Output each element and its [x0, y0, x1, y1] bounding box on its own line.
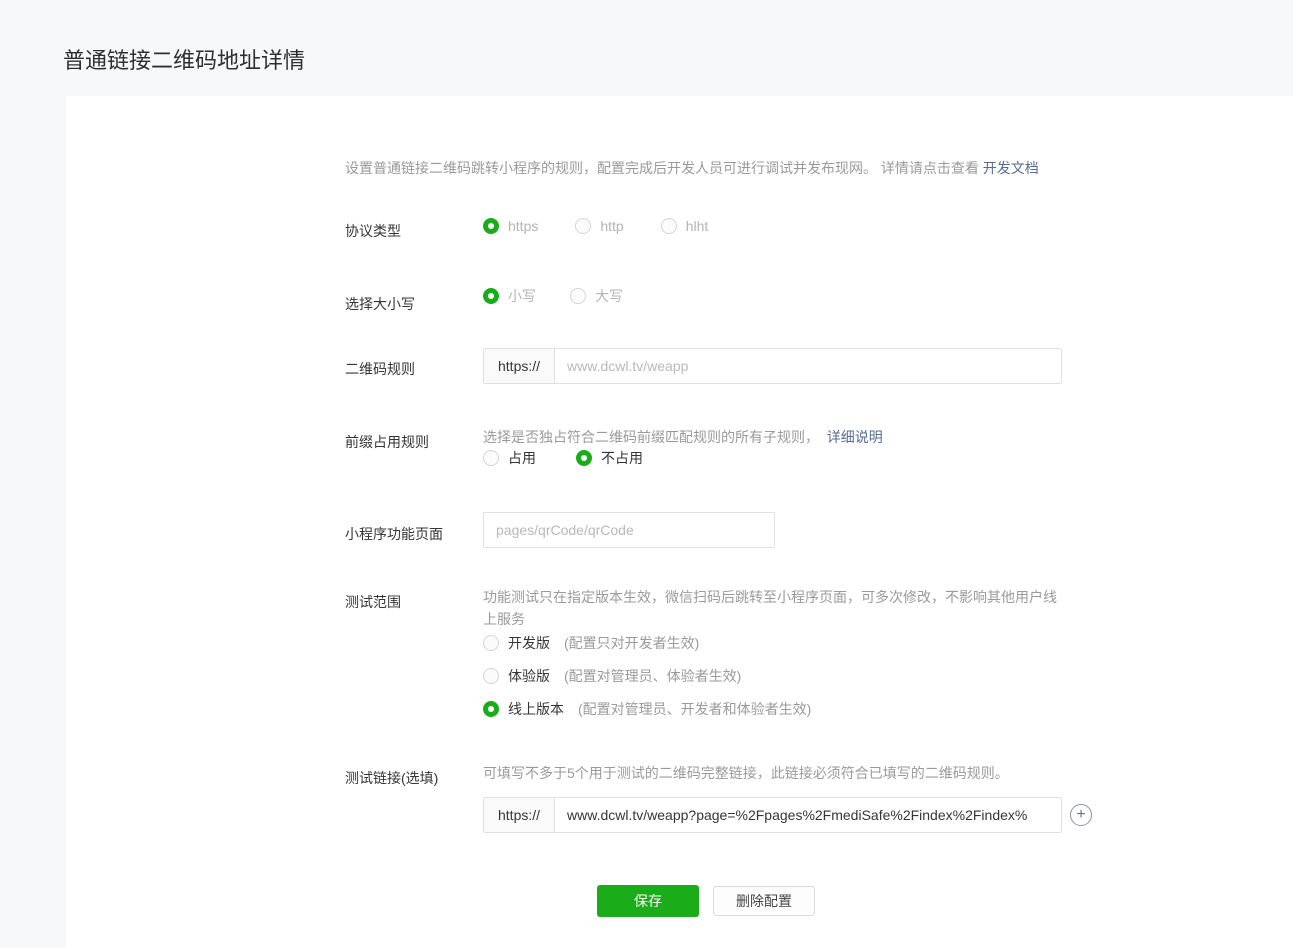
- intro-text: 设置普通链接二维码跳转小程序的规则，配置完成后开发人员可进行调试并发布现网。 详…: [345, 158, 1075, 178]
- radio-unselected-icon[interactable]: [483, 450, 499, 466]
- test-scope-option-trial: 体验版 (配置对管理员、体验者生效): [483, 666, 741, 686]
- protocol-label: 协议类型: [345, 223, 401, 239]
- radio-option-hlht[interactable]: hlht: [660, 218, 709, 234]
- prefix-rule-description-body: 选择是否独占符合二维码前缀匹配规则的所有子规则，: [483, 429, 819, 445]
- radio-option-hint: (配置只对开发者生效): [564, 635, 700, 651]
- prefix-rule-detail-link[interactable]: 详细说明: [827, 429, 883, 445]
- letter-case-radio-group: 小写 大写: [483, 286, 623, 306]
- radio-option-label: https: [508, 218, 539, 234]
- detail-card: 设置普通链接二维码跳转小程序的规则，配置完成后开发人员可进行调试并发布现网。 详…: [66, 96, 1293, 948]
- radio-option-hint: (配置对管理员、开发者和体验者生效): [578, 701, 812, 717]
- radio-option-label: 不占用: [601, 450, 643, 466]
- radio-unselected-icon[interactable]: [483, 668, 499, 684]
- radio-option-label: hlht: [685, 218, 709, 234]
- qr-rule-label: 二维码规则: [345, 361, 415, 377]
- page-title: 普通链接二维码地址详情: [63, 48, 306, 73]
- radio-unselected-icon[interactable]: [575, 218, 592, 234]
- radio-selected-icon[interactable]: [483, 288, 499, 304]
- feature-page-label: 小程序功能页面: [345, 526, 443, 542]
- radio-option-label: 占用: [508, 450, 536, 466]
- radio-option-label: 体验版: [508, 668, 550, 684]
- radio-option-not-occupy[interactable]: 不占用: [576, 448, 643, 468]
- radio-option-label: 线上版本: [508, 701, 564, 717]
- radio-selected-icon[interactable]: [483, 701, 499, 717]
- test-scope-option-online: 线上版本 (配置对管理员、开发者和体验者生效): [483, 699, 811, 719]
- add-test-link-button[interactable]: +: [1070, 804, 1092, 826]
- delete-config-button[interactable]: 删除配置: [713, 886, 815, 916]
- qr-rule-input[interactable]: www.dcwl.tv/weapp: [555, 349, 1061, 383]
- test-scope-description: 功能测试只在指定版本生效，微信扫码后跳转至小程序页面，可多次修改，不影响其他用户…: [483, 589, 1057, 627]
- radio-option-trial-version[interactable]: 体验版: [483, 666, 550, 686]
- protocol-radio-group: https http hlht: [483, 218, 708, 234]
- radio-option-dev-version[interactable]: 开发版: [483, 633, 550, 653]
- radio-option-https[interactable]: https: [483, 218, 538, 234]
- radio-unselected-icon[interactable]: [570, 288, 586, 304]
- qr-rule-protocol-prefix: https://: [484, 349, 556, 383]
- feature-page-input[interactable]: pages/qrCode/qrCode: [483, 512, 775, 548]
- test-link-protocol-prefix: https://: [484, 798, 556, 832]
- prefix-rule-label: 前缀占用规则: [345, 434, 429, 450]
- test-link-input-group: https:// www.dcwl.tv/weapp?page=%2Fpages…: [483, 797, 1062, 833]
- intro-text-body: 设置普通链接二维码跳转小程序的规则，配置完成后开发人员可进行调试并发布现网。 详…: [345, 160, 983, 176]
- radio-option-lowercase[interactable]: 小写: [483, 286, 536, 306]
- test-scope-option-dev: 开发版 (配置只对开发者生效): [483, 633, 699, 653]
- save-button[interactable]: 保存: [597, 885, 699, 917]
- radio-option-online-version[interactable]: 线上版本: [483, 699, 564, 719]
- radio-option-label: http: [600, 218, 624, 234]
- qr-rule-input-group: https:// www.dcwl.tv/weapp: [483, 348, 1062, 384]
- radio-option-label: 大写: [595, 288, 623, 304]
- radio-unselected-icon[interactable]: [660, 218, 677, 234]
- dev-doc-link[interactable]: 开发文档: [983, 160, 1039, 176]
- radio-selected-icon[interactable]: [576, 450, 592, 466]
- letter-case-label: 选择大小写: [345, 296, 415, 312]
- radio-option-http[interactable]: http: [575, 218, 624, 234]
- radio-unselected-icon[interactable]: [483, 635, 499, 651]
- plus-icon: +: [1076, 806, 1086, 823]
- prefix-rule-radio-group: 占用 不占用: [483, 448, 643, 468]
- test-link-label: 测试链接(选填): [345, 770, 439, 786]
- test-scope-label: 测试范围: [345, 594, 401, 610]
- radio-option-occupy[interactable]: 占用: [483, 448, 536, 468]
- prefix-rule-description: 选择是否独占符合二维码前缀匹配规则的所有子规则， 详细说明: [483, 426, 1083, 448]
- radio-option-hint: (配置对管理员、体验者生效): [564, 668, 742, 684]
- radio-option-uppercase[interactable]: 大写: [570, 286, 623, 306]
- test-link-description: 可填写不多于5个用于测试的二维码完整链接，此链接必须符合已填写的二维码规则。: [483, 765, 1009, 781]
- test-link-input[interactable]: www.dcwl.tv/weapp?page=%2Fpages%2FmediSa…: [555, 798, 1061, 832]
- radio-selected-icon[interactable]: [483, 218, 499, 234]
- radio-option-label: 开发版: [508, 635, 550, 651]
- radio-option-label: 小写: [508, 288, 536, 304]
